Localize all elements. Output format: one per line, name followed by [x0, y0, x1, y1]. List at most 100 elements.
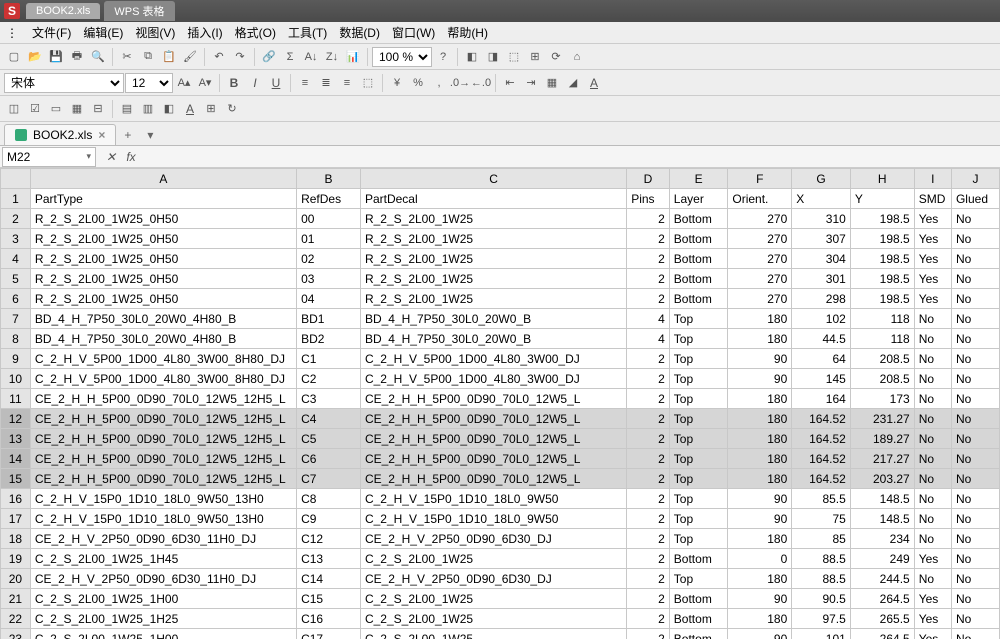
cell[interactable]: CE_2_H_H_5P00_0D90_70L0_12W5_12H5_L	[30, 449, 296, 469]
cell[interactable]: 88.5	[792, 549, 851, 569]
cell[interactable]: C_2_H_V_5P00_1D00_4L80_3W00_DJ	[360, 349, 626, 369]
cell[interactable]: C16	[297, 609, 361, 629]
col-header-H[interactable]: H	[850, 169, 914, 189]
font-size-select[interactable]: 12	[125, 73, 173, 93]
add-tab-button[interactable]: +	[116, 125, 139, 145]
cell[interactable]: 180	[728, 309, 792, 329]
cell[interactable]: CE_2_H_H_5P00_0D90_70L0_12W5_L	[360, 389, 626, 409]
cell[interactable]: Bottom	[669, 609, 728, 629]
cell[interactable]: No	[951, 209, 999, 229]
cell[interactable]: BD2	[297, 329, 361, 349]
cell[interactable]: No	[951, 509, 999, 529]
print-icon[interactable]: 🖶	[67, 47, 87, 67]
cell[interactable]: C_2_H_V_5P00_1D00_4L80_3W00_8H80_DJ	[30, 349, 296, 369]
row-header[interactable]: 11	[1, 389, 31, 409]
wps-extra5-icon[interactable]: ⟳	[546, 47, 566, 67]
cell[interactable]: Top	[669, 489, 728, 509]
bold-icon[interactable]: B	[224, 73, 244, 93]
cell[interactable]: C_2_H_V_5P00_1D00_4L80_3W00_DJ	[360, 369, 626, 389]
cell[interactable]: No	[914, 489, 951, 509]
cell[interactable]: 85	[792, 529, 851, 549]
menu-tools[interactable]: 工具(T)	[282, 24, 333, 41]
new-icon[interactable]: ▢	[4, 47, 24, 67]
cell[interactable]: 90	[728, 509, 792, 529]
font-color-icon[interactable]: A	[584, 73, 604, 93]
cell[interactable]: Top	[669, 329, 728, 349]
cell[interactable]: CE_2_H_H_5P00_0D90_70L0_12W5_12H5_L	[30, 409, 296, 429]
cell[interactable]: 208.5	[850, 349, 914, 369]
tb3-icon-6[interactable]: ▤	[117, 99, 137, 119]
cell[interactable]: 148.5	[850, 509, 914, 529]
cell[interactable]: 02	[297, 249, 361, 269]
row-header[interactable]: 9	[1, 349, 31, 369]
cell[interactable]: No	[914, 429, 951, 449]
cell[interactable]: Top	[669, 569, 728, 589]
cell[interactable]: Yes	[914, 609, 951, 629]
cell[interactable]: No	[951, 409, 999, 429]
cell[interactable]: No	[951, 489, 999, 509]
cell[interactable]: CE_2_H_V_2P50_0D90_6D30_DJ	[360, 569, 626, 589]
col-header-F[interactable]: F	[728, 169, 792, 189]
cell[interactable]: R_2_S_2L00_1W25	[360, 209, 626, 229]
cell[interactable]: Top	[669, 309, 728, 329]
cell[interactable]: C_2_S_2L00_1W25	[360, 589, 626, 609]
cell[interactable]: No	[914, 389, 951, 409]
cell[interactable]: PartType	[30, 189, 296, 209]
cell[interactable]: 118	[850, 309, 914, 329]
cell[interactable]: 2	[627, 509, 670, 529]
cell[interactable]: C_2_S_2L00_1W25	[360, 609, 626, 629]
cell[interactable]: C_2_H_V_15P0_1D10_18L0_9W50	[360, 509, 626, 529]
cell[interactable]: No	[914, 469, 951, 489]
cell[interactable]: C6	[297, 449, 361, 469]
row-header[interactable]: 6	[1, 289, 31, 309]
cell[interactable]: No	[914, 569, 951, 589]
cell[interactable]: BD_4_H_7P50_30L0_20W0_4H80_B	[30, 329, 296, 349]
cell[interactable]: No	[951, 429, 999, 449]
cell[interactable]: Yes	[914, 629, 951, 639]
tb3-icon-7[interactable]: ▥	[138, 99, 158, 119]
cell[interactable]: CE_2_H_H_5P00_0D90_70L0_12W5_12H5_L	[30, 389, 296, 409]
cell[interactable]: 90.5	[792, 589, 851, 609]
cell[interactable]: 2	[627, 569, 670, 589]
cell[interactable]: 203.27	[850, 469, 914, 489]
cell[interactable]: 4	[627, 309, 670, 329]
cell[interactable]: Top	[669, 509, 728, 529]
cell[interactable]: 164.52	[792, 469, 851, 489]
cell[interactable]: C7	[297, 469, 361, 489]
row-header[interactable]: 13	[1, 429, 31, 449]
cell[interactable]: R_2_S_2L00_1W25_0H50	[30, 289, 296, 309]
cell[interactable]: 164.52	[792, 409, 851, 429]
cell[interactable]: 90	[728, 589, 792, 609]
preview-icon[interactable]: 🔍	[88, 47, 108, 67]
cell[interactable]: Top	[669, 449, 728, 469]
cell[interactable]: Yes	[914, 269, 951, 289]
hyperlink-icon[interactable]: 🔗	[259, 47, 279, 67]
outdent-icon[interactable]: ⇥	[521, 73, 541, 93]
cell[interactable]: BD_4_H_7P50_30L0_20W0_4H80_B	[30, 309, 296, 329]
cell[interactable]: No	[951, 309, 999, 329]
cell[interactable]: No	[914, 409, 951, 429]
col-header-B[interactable]: B	[297, 169, 361, 189]
cell[interactable]: 90	[728, 369, 792, 389]
cell[interactable]: Layer	[669, 189, 728, 209]
cell[interactable]: C_2_S_2L00_1W25	[360, 629, 626, 639]
cell[interactable]: R_2_S_2L00_1W25_0H50	[30, 209, 296, 229]
sort-asc-icon[interactable]: A↓	[301, 47, 321, 67]
cell[interactable]: X	[792, 189, 851, 209]
cell[interactable]: 2	[627, 229, 670, 249]
cell[interactable]: 0	[728, 549, 792, 569]
cell[interactable]: C14	[297, 569, 361, 589]
cut-icon[interactable]: ✂	[117, 47, 137, 67]
cell[interactable]: CE_2_H_V_2P50_0D90_6D30_11H0_DJ	[30, 529, 296, 549]
cell[interactable]: CE_2_H_V_2P50_0D90_6D30_DJ	[360, 529, 626, 549]
cell[interactable]: Yes	[914, 249, 951, 269]
wps-extra4-icon[interactable]: ⊞	[525, 47, 545, 67]
cell[interactable]: 180	[728, 409, 792, 429]
cell[interactable]: No	[951, 329, 999, 349]
cell[interactable]: No	[951, 549, 999, 569]
menu-data[interactable]: 数据(D)	[333, 24, 386, 41]
col-header-G[interactable]: G	[792, 169, 851, 189]
align-center-icon[interactable]: ≣	[316, 73, 336, 93]
cell[interactable]: Top	[669, 529, 728, 549]
col-header-A[interactable]: A	[30, 169, 296, 189]
